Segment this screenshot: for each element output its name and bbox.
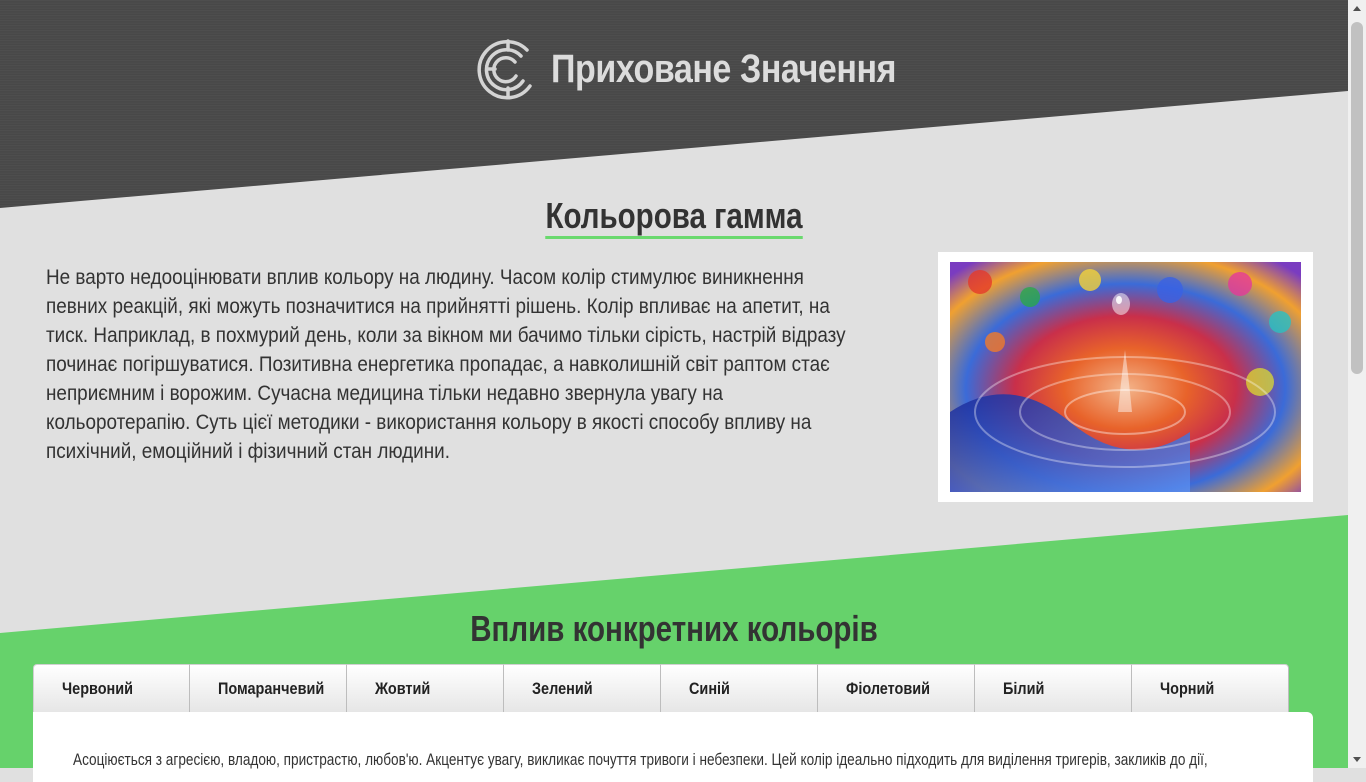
tab-orange[interactable]: Помаранчевий xyxy=(190,664,347,712)
tab-violet[interactable]: Фіолетовий xyxy=(818,664,975,712)
tab-blue[interactable]: Синій xyxy=(661,664,818,712)
tab-red[interactable]: Червоний xyxy=(33,664,190,712)
vertical-scrollbar[interactable] xyxy=(1348,0,1366,768)
scroll-thumb[interactable] xyxy=(1351,22,1363,374)
tab-label: Зелений xyxy=(532,678,593,698)
site-brand[interactable]: Приховане Значення xyxy=(475,36,957,102)
tab-label: Білий xyxy=(1003,678,1045,698)
section-title-text: Кольорова гамма xyxy=(545,195,803,239)
section-title-colors-influence: Вплив конкретних кольорів xyxy=(470,608,878,649)
tab-green[interactable]: Зелений xyxy=(504,664,661,712)
section-title-color-scheme: Кольорова гамма xyxy=(121,195,1226,239)
tab-white[interactable]: Білий xyxy=(975,664,1132,712)
tab-label: Червоний xyxy=(62,678,134,698)
header-background xyxy=(0,0,1348,208)
tab-label: Синій xyxy=(689,678,730,698)
tab-label: Жовтий xyxy=(375,678,431,698)
tab-black[interactable]: Чорний xyxy=(1132,664,1289,712)
labyrinth-c-icon xyxy=(477,39,532,100)
tab-content-text: Асоціюється з агресією, владою, пристрас… xyxy=(73,750,1208,769)
water-drop-image xyxy=(950,262,1301,492)
color-tabs: Червоний Помаранчевий Жовтий Зелений Син… xyxy=(33,664,1289,712)
scroll-up-arrow-icon[interactable] xyxy=(1353,6,1361,11)
color-water-drop-photo xyxy=(950,262,1301,492)
photo-frame xyxy=(938,252,1313,502)
scroll-down-arrow-icon[interactable] xyxy=(1353,757,1361,762)
brand-name: Приховане Значення xyxy=(551,46,897,91)
tab-label: Фіолетовий xyxy=(846,678,931,698)
tab-label: Помаранчевий xyxy=(218,678,325,698)
tab-yellow[interactable]: Жовтий xyxy=(347,664,504,712)
tab-content-panel: Асоціюється з агресією, владою, пристрас… xyxy=(33,712,1313,782)
intro-paragraph: Не варто недооцінювати вплив кольору на … xyxy=(46,266,846,463)
tab-label: Чорний xyxy=(1160,678,1215,698)
